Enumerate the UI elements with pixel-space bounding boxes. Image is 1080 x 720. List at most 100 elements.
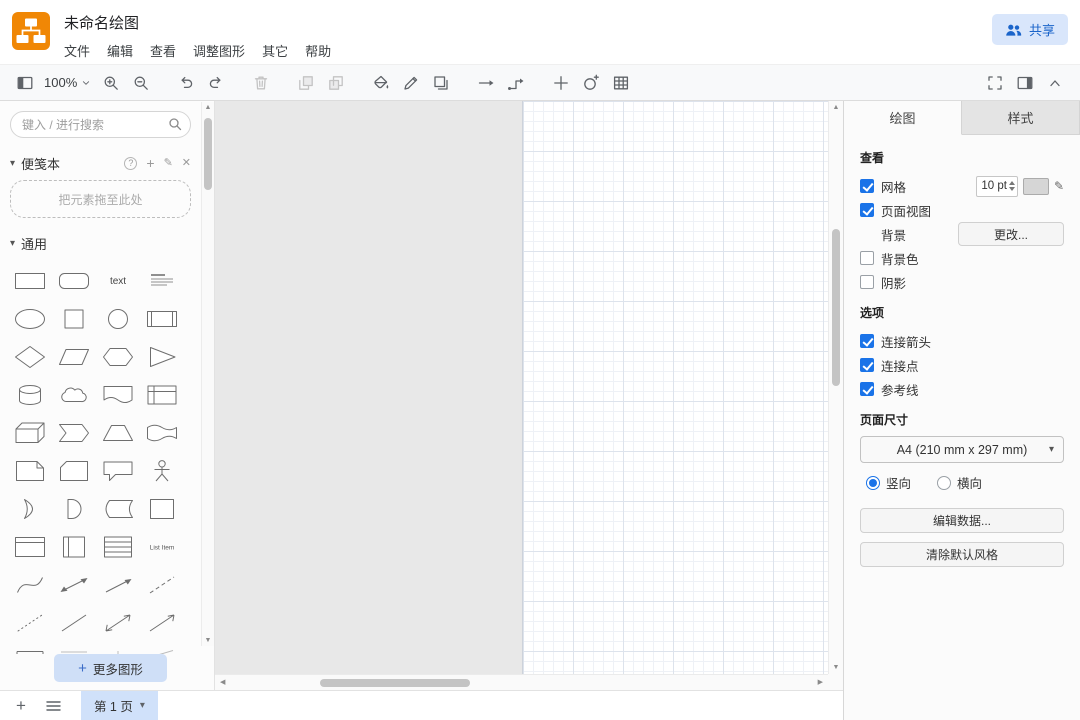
shape-rectangle[interactable] — [10, 266, 50, 296]
canvas-hscroll-thumb[interactable] — [320, 679, 470, 687]
scratchpad-edit-icon[interactable]: ✎ — [164, 158, 173, 169]
canvas-area[interactable]: ▲ ▼ ◀ ▶ — [215, 101, 843, 690]
scroll-down-arrow[interactable]: ▼ — [205, 637, 212, 644]
shadow-button[interactable] — [426, 69, 456, 97]
shape-bidirectional-connector[interactable] — [98, 608, 138, 638]
shape-vertical-container[interactable] — [54, 532, 94, 562]
shape-trapezoid[interactable] — [98, 418, 138, 448]
scratchpad-add-icon[interactable]: + — [146, 156, 154, 170]
fill-color-button[interactable] — [366, 69, 396, 97]
zoom-dropdown[interactable]: 100% — [40, 69, 96, 97]
shape-bidirectional-arrow[interactable] — [54, 570, 94, 600]
option-checkbox-连接点[interactable] — [860, 358, 874, 372]
menu-文件[interactable]: 文件 — [64, 41, 90, 60]
shape-or[interactable] — [10, 494, 50, 524]
shape-search-input[interactable] — [10, 111, 191, 138]
stepper-up-icon[interactable] — [1009, 181, 1015, 185]
shape-circle[interactable] — [98, 304, 138, 334]
insert-table-button[interactable] — [606, 69, 636, 97]
connection-button[interactable] — [471, 69, 501, 97]
shape-window[interactable] — [10, 532, 50, 562]
shape-text[interactable]: text — [98, 266, 138, 296]
shape-diagonal-line[interactable] — [142, 646, 182, 654]
shape-step[interactable] — [54, 418, 94, 448]
edit-data-button[interactable]: 编辑数据... — [860, 508, 1064, 533]
redo-button[interactable] — [201, 69, 231, 97]
background-color-checkbox[interactable] — [860, 251, 874, 265]
shape-data-storage[interactable] — [98, 494, 138, 524]
shape-cylinder[interactable] — [10, 380, 50, 410]
format-panel-button[interactable] — [1010, 69, 1040, 97]
shape-link[interactable] — [10, 646, 50, 654]
grid-size-input[interactable] — [976, 176, 1018, 197]
page-size-select[interactable]: A4 (210 mm x 297 mm) ▾ — [860, 436, 1064, 463]
toggle-shapes-panel-button[interactable] — [10, 69, 40, 97]
grid-size-field[interactable] — [977, 180, 1009, 192]
menu-帮助[interactable]: 帮助 — [305, 41, 331, 60]
menu-查看[interactable]: 查看 — [150, 41, 176, 60]
menu-编辑[interactable]: 编辑 — [107, 41, 133, 60]
shape-line[interactable] — [54, 608, 94, 638]
shape-textbox[interactable] — [142, 266, 182, 296]
shape-arrow[interactable] — [98, 570, 138, 600]
grid-checkbox[interactable] — [860, 179, 874, 193]
line-color-button[interactable] — [396, 69, 426, 97]
shape-callout[interactable] — [98, 456, 138, 486]
shape-container[interactable] — [142, 494, 182, 524]
menu-调整图形[interactable]: 调整图形 — [193, 41, 245, 60]
shape-document[interactable] — [98, 380, 138, 410]
canvas-horizontal-scrollbar[interactable]: ◀ ▶ — [215, 674, 828, 690]
shape-actor[interactable] — [142, 456, 182, 486]
shape-dashed-line[interactable] — [142, 570, 182, 600]
shape-list[interactable] — [98, 532, 138, 562]
share-button[interactable]: 共享 — [992, 14, 1068, 45]
shape-triangle[interactable] — [142, 342, 182, 372]
shape-internal-storage[interactable] — [142, 380, 182, 410]
more-shapes-button[interactable]: + 更多图形 — [54, 654, 167, 682]
shape-curve[interactable] — [10, 570, 50, 600]
drawing-page[interactable] — [522, 101, 828, 674]
shape-cloud[interactable] — [54, 380, 94, 410]
shape-ellipse[interactable] — [10, 304, 50, 334]
scratchpad-close-icon[interactable]: ✕ — [182, 158, 191, 169]
shape-directional-connector[interactable] — [142, 608, 182, 638]
canvas-vscroll-thumb[interactable] — [832, 229, 840, 386]
scratchpad-dropzone[interactable]: 把元素拖至此处 — [10, 180, 191, 218]
shape-list-item[interactable]: List Item — [142, 532, 182, 562]
scratchpad-section-header[interactable]: ▾ 便笺本 ? + ✎ ✕ — [10, 150, 191, 176]
general-section-header[interactable]: ▾ 通用 — [10, 230, 191, 256]
document-title[interactable]: 未命名绘图 — [64, 12, 331, 33]
sidebar-scrollbar-thumb[interactable] — [204, 118, 212, 190]
scroll-down-arrow[interactable]: ▼ — [833, 664, 840, 671]
clear-default-style-button[interactable]: 清除默认风格 — [860, 542, 1064, 567]
shape-hexagon[interactable] — [98, 342, 138, 372]
sidebar-scrollbar[interactable]: ▲ ▼ — [201, 102, 214, 646]
scroll-left-arrow[interactable]: ◀ — [220, 679, 225, 686]
option-checkbox-连接箭头[interactable] — [860, 334, 874, 348]
scratchpad-help-icon[interactable]: ? — [124, 157, 137, 170]
scroll-right-arrow[interactable]: ▶ — [818, 679, 823, 686]
grid-color-swatch[interactable] — [1023, 178, 1049, 195]
insert-button[interactable] — [546, 69, 576, 97]
shape-card[interactable] — [54, 456, 94, 486]
add-page-button[interactable]: + — [16, 697, 26, 714]
zoom-in-button[interactable] — [96, 69, 126, 97]
waypoints-button[interactable] — [501, 69, 531, 97]
shape-dotted-line[interactable] — [10, 608, 50, 638]
shape-note[interactable] — [10, 456, 50, 486]
shape-horizontal-line[interactable] — [54, 646, 94, 654]
edit-color-icon[interactable]: ✎ — [1054, 179, 1064, 193]
stepper-down-icon[interactable] — [1009, 187, 1015, 191]
collapse-button[interactable] — [1040, 69, 1070, 97]
shape-tape[interactable] — [142, 418, 182, 448]
page-tab[interactable]: 第 1 页 ▾ — [81, 691, 158, 720]
menu-其它[interactable]: 其它 — [262, 41, 288, 60]
shape-diamond[interactable] — [10, 342, 50, 372]
undo-button[interactable] — [171, 69, 201, 97]
shape-and[interactable] — [54, 494, 94, 524]
change-background-button[interactable]: 更改... — [958, 222, 1064, 246]
zoom-out-button[interactable] — [126, 69, 156, 97]
shape-process[interactable] — [142, 304, 182, 334]
option-checkbox-参考线[interactable] — [860, 382, 874, 396]
tab-diagram[interactable]: 绘图 — [844, 101, 962, 135]
